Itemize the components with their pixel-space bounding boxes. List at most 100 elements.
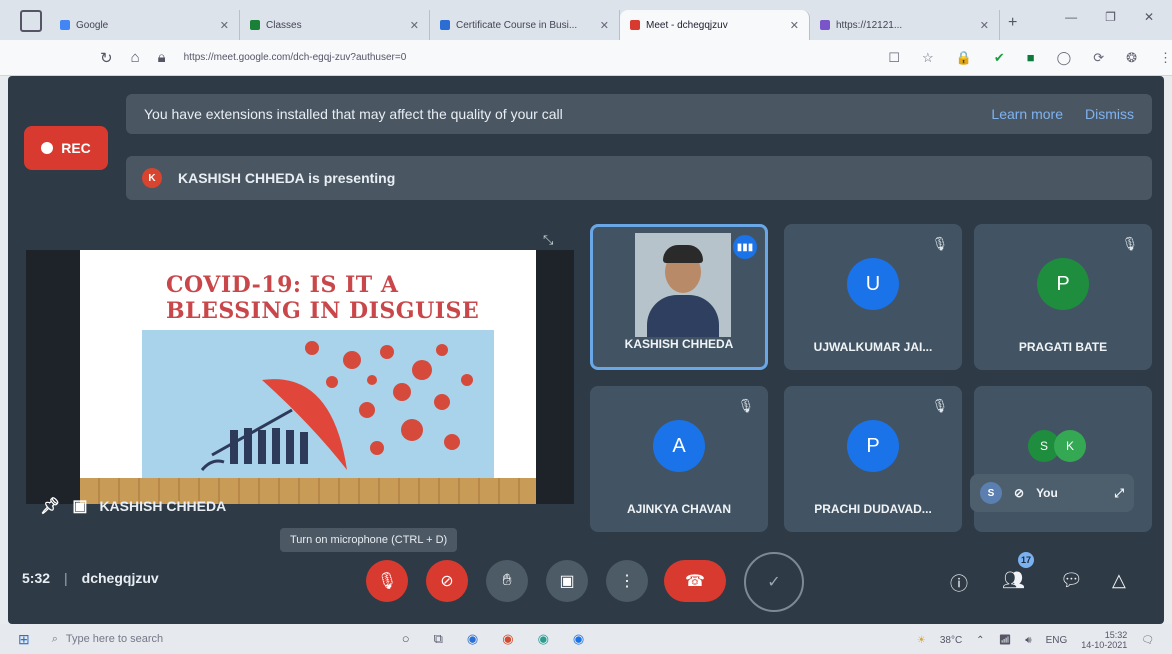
presentation-view[interactable]: COVID-19: IS IT A BLESSING IN DISGUISE — [26, 250, 574, 504]
browser-tab-bar: Google ✕ Classes ✕ Certificate Course in… — [0, 0, 1172, 40]
taskbar-clock[interactable]: 15:32 14-10-2021 — [1081, 630, 1127, 650]
network-icon[interactable]: 📶︎ — [999, 635, 1012, 646]
dismiss-button[interactable]: Dismiss — [1085, 106, 1134, 122]
slide-illustration — [142, 330, 494, 480]
tab-favicon-icon — [440, 20, 450, 30]
participant-tile[interactable]: 🎙︎ A AJINKYA CHAVAN — [590, 386, 768, 532]
self-view[interactable]: S ⊘ You ⤢ — [970, 474, 1134, 512]
favorite-icon[interactable]: ☆ — [922, 50, 934, 66]
refresh-icon[interactable]: ↻ — [100, 49, 113, 67]
muted-mic-icon: 🎙︎ — [931, 398, 948, 413]
close-window-icon[interactable]: ✕ — [1144, 10, 1154, 24]
chrome-icon[interactable]: ◉ — [573, 631, 584, 647]
address-bar: ↻ ⌂ 🔒︎ https://meet.google.com/dch-egqj-… — [0, 40, 1172, 76]
separator: | — [64, 570, 68, 586]
more-menu-icon[interactable]: ⋮ — [1159, 50, 1172, 66]
browser-tab[interactable]: Classes ✕ — [240, 10, 430, 40]
app-icon[interactable]: ◉ — [538, 631, 549, 647]
task-view-icon[interactable]: ⧉ — [434, 631, 443, 647]
slide-title: COVID-19: IS IT A BLESSING IN DISGUISE — [166, 272, 479, 324]
participant-tile[interactable]: 🎙︎ U UJWALKUMAR JAI... — [784, 224, 962, 370]
participant-name: KASHISH CHHEDA — [624, 337, 734, 351]
home-icon[interactable]: ⌂ — [131, 49, 140, 66]
learn-more-link[interactable]: Learn more — [991, 106, 1063, 122]
close-icon[interactable]: ✕ — [600, 19, 609, 32]
sync-icon[interactable]: ⟳ — [1093, 50, 1104, 66]
extension-icons: ☐ ☆ 🔒 ✔ ■ ◯ ⟳ ❂ ⋮ — [888, 50, 1172, 66]
circle-extension-icon[interactable]: ◯ — [1057, 50, 1072, 66]
reader-icon[interactable]: ☐ — [888, 50, 900, 66]
camera-off-icon: ⊘ — [440, 573, 454, 590]
edge-icon[interactable]: ◉ — [467, 631, 478, 647]
notifications-icon[interactable]: 🗨︎ — [1141, 635, 1154, 646]
maximize-icon[interactable]: ❐ — [1105, 10, 1116, 24]
activities-icon[interactable]: △ — [1112, 570, 1126, 591]
recording-indicator: REC — [24, 126, 108, 170]
window-controls: — ❐ ✕ — [1065, 10, 1154, 24]
unpin-icon[interactable]: ⤡ — [543, 232, 553, 248]
collections-icon[interactable]: ❂ — [1126, 50, 1137, 66]
windows-start-icon[interactable]: ⊞ — [18, 631, 30, 648]
browser-tab[interactable]: https://12121... ✕ — [810, 10, 1000, 40]
square-extension-icon[interactable]: ■ — [1027, 50, 1035, 66]
language-indicator[interactable]: ENG — [1046, 635, 1068, 646]
lock-icon[interactable]: 🔒︎ — [158, 49, 166, 66]
browser-tab[interactable]: Google ✕ — [50, 10, 240, 40]
chat-icon[interactable]: 💬︎ — [1060, 570, 1083, 591]
person-hair — [663, 245, 703, 263]
speaking-indicator-icon: ▮▮▮ — [733, 235, 757, 259]
participant-tile[interactable]: 🎙︎ P PRACHI DUDAVAD... — [784, 386, 962, 532]
participant-tile[interactable]: 🎙︎ P PRAGATI BATE — [974, 224, 1152, 370]
expand-icon[interactable]: ⤢ — [1114, 486, 1124, 501]
participant-name: AJINKYA CHAVAN — [626, 502, 731, 516]
meet-stage: REC You have extensions installed that m… — [8, 76, 1164, 624]
leave-call-button[interactable]: ☎︎ — [664, 560, 726, 602]
activity-button[interactable]: ✓ — [744, 552, 804, 612]
weather-icon[interactable]: ☀ — [917, 635, 926, 646]
close-icon[interactable]: ✕ — [790, 19, 799, 32]
participant-tile[interactable]: ▮▮▮ KASHISH CHHEDA — [590, 224, 768, 370]
extension-icon[interactable]: 🔒 — [956, 50, 972, 66]
new-tab-button[interactable]: + — [1008, 14, 1017, 32]
camera-button[interactable]: ⊘ — [426, 560, 468, 602]
cortana-icon[interactable]: ○ — [402, 631, 410, 647]
self-label: You — [1036, 486, 1058, 500]
tab-label: https://12121... — [836, 19, 903, 31]
tray-chevron-icon[interactable]: ⌃ — [976, 635, 984, 646]
people-icon[interactable]: 👥︎ — [1002, 570, 1025, 591]
taskbar-search[interactable]: ⌕ Type here to search — [52, 633, 332, 646]
person-body — [647, 295, 719, 337]
check-extension-icon[interactable]: ✔ — [994, 50, 1005, 66]
presenter-avatar: K — [142, 168, 162, 188]
raise-hand-button[interactable]: ✋︎ — [486, 560, 528, 602]
close-icon[interactable]: ✕ — [410, 19, 419, 32]
present-button[interactable]: ▣ — [546, 560, 588, 602]
meeting-time: 5:32 — [22, 570, 51, 586]
temperature[interactable]: 38°C — [940, 635, 962, 646]
mic-off-icon: 🎙︎ — [376, 573, 398, 590]
microphone-button[interactable]: 🎙︎ — [366, 560, 408, 602]
tab-actions-icon[interactable] — [20, 10, 42, 32]
tab-label: Google — [76, 19, 109, 31]
taskbar-time: 15:32 — [1104, 630, 1128, 640]
close-icon[interactable]: ✕ — [980, 19, 989, 32]
close-icon[interactable]: ✕ — [220, 19, 229, 32]
more-vert-icon: ⋮ — [619, 573, 635, 590]
powerpoint-icon[interactable]: ◉ — [502, 631, 513, 647]
participant-video — [635, 233, 731, 337]
tab-favicon-icon — [820, 20, 830, 30]
minimize-icon[interactable]: — — [1065, 10, 1077, 24]
volume-icon[interactable]: 🔊︎ — [1025, 635, 1031, 646]
pin-icon[interactable]: 📌︎ — [40, 496, 60, 516]
participant-avatar: P — [1037, 258, 1089, 310]
url-field[interactable]: https://meet.google.com/dch-egqj-zuv?aut… — [184, 52, 651, 63]
meeting-details-icon[interactable]: ⓘ — [950, 570, 968, 596]
system-tray: ☀ 38°C ⌃ 📶︎ 🔊︎ ENG 15:32 14-10-2021 🗨︎ — [917, 630, 1154, 650]
more-options-button[interactable]: ⋮ — [606, 560, 648, 602]
browser-tab-active[interactable]: Meet - dchegqjzuv ✕ — [620, 10, 810, 40]
camera-off-icon: ⊘ — [1014, 486, 1025, 500]
tab-label: Classes — [266, 19, 302, 31]
search-icon: ⌕ — [51, 632, 58, 645]
browser-tab[interactable]: Certificate Course in Busi... ✕ — [430, 10, 620, 40]
participant-avatar: K — [1054, 430, 1086, 462]
